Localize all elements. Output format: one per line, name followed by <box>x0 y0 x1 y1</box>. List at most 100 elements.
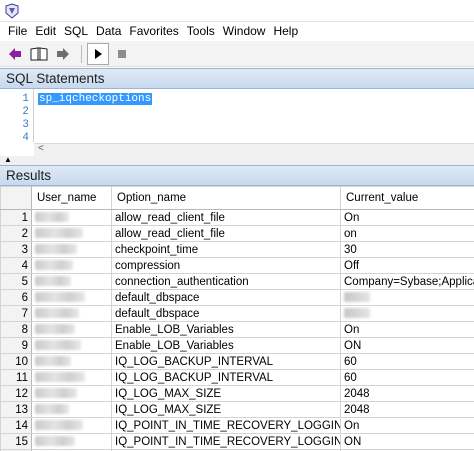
user-name-cell[interactable] <box>31 385 112 402</box>
stop-button[interactable] <box>111 43 133 65</box>
column-header-option-name[interactable]: Option_name <box>111 186 341 210</box>
horizontal-scrollbar[interactable]: < <box>34 143 474 156</box>
menu-tools[interactable]: Tools <box>183 22 219 41</box>
row-number[interactable]: 5 <box>0 273 32 290</box>
current-value-cell[interactable]: On <box>340 209 474 226</box>
current-value-cell[interactable]: 60 <box>340 353 474 370</box>
current-value-cell[interactable] <box>340 289 474 306</box>
table-row[interactable]: 1 allow_read_client_file On <box>0 209 474 226</box>
table-row[interactable]: 3 checkpoint_time 30 <box>0 241 474 258</box>
table-row[interactable]: 4 compression Off <box>0 257 474 274</box>
row-number[interactable]: 2 <box>0 225 32 242</box>
execute-button[interactable] <box>87 42 109 65</box>
menu-help[interactable]: Help <box>269 22 302 41</box>
user-name-cell[interactable] <box>31 353 112 370</box>
option-name-cell[interactable]: IQ_LOG_MAX_SIZE <box>111 401 341 418</box>
table-row[interactable]: 13 IQ_LOG_MAX_SIZE 2048 <box>0 401 474 418</box>
user-name-cell[interactable] <box>31 401 112 418</box>
table-row[interactable]: 6 default_dbspace <box>0 289 474 306</box>
panel-splitter[interactable]: ▲▼ <box>0 156 474 172</box>
row-number[interactable]: 6 <box>0 289 32 306</box>
option-name-cell[interactable]: default_dbspace <box>111 305 341 322</box>
corner-cell[interactable] <box>0 186 32 210</box>
current-value-cell[interactable]: 60 <box>340 369 474 386</box>
current-value-cell[interactable]: 2048 <box>340 401 474 418</box>
current-value-cell[interactable] <box>340 305 474 322</box>
user-name-cell[interactable] <box>31 289 112 306</box>
back-button[interactable] <box>4 43 26 65</box>
menu-edit[interactable]: Edit <box>31 22 60 41</box>
current-value-cell[interactable]: On <box>340 321 474 338</box>
menu-file[interactable]: File <box>4 22 31 41</box>
table-row[interactable]: 10 IQ_LOG_BACKUP_INTERVAL 60 <box>0 353 474 370</box>
option-name-cell[interactable]: Enable_LOB_Variables <box>111 321 341 338</box>
option-name-cell[interactable]: checkpoint_time <box>111 241 341 258</box>
toolbar <box>0 41 474 67</box>
current-value-cell[interactable]: ON <box>340 433 474 450</box>
menu-window[interactable]: Window <box>219 22 270 41</box>
open-book-button[interactable] <box>28 43 50 65</box>
user-name-cell[interactable] <box>31 241 112 258</box>
current-value-cell[interactable]: 30 <box>340 241 474 258</box>
option-name-cell[interactable]: IQ_LOG_BACKUP_INTERVAL <box>111 369 341 386</box>
menu-favorites[interactable]: Favorites <box>125 22 182 41</box>
option-name-cell[interactable]: IQ_LOG_MAX_SIZE <box>111 385 341 402</box>
code-area[interactable]: sp_iqcheckoptions <box>38 93 153 106</box>
menu-data[interactable]: Data <box>92 22 125 41</box>
option-name-cell[interactable]: default_dbspace <box>111 289 341 306</box>
row-number[interactable]: 10 <box>0 353 32 370</box>
option-name-cell[interactable]: connection_authentication <box>111 273 341 290</box>
column-header-user-name[interactable]: User_name <box>31 186 112 210</box>
row-number[interactable]: 13 <box>0 401 32 418</box>
table-row[interactable]: 14 IQ_POINT_IN_TIME_RECOVERY_LOGGING On <box>0 417 474 434</box>
current-value-cell[interactable]: On <box>340 417 474 434</box>
user-name-cell[interactable] <box>31 369 112 386</box>
option-name-cell[interactable]: allow_read_client_file <box>111 209 341 226</box>
scroll-left-arrow[interactable]: < <box>38 143 44 154</box>
current-value-cell[interactable]: ON <box>340 337 474 354</box>
current-value-cell[interactable]: 2048 <box>340 385 474 402</box>
option-name-cell[interactable]: allow_read_client_file <box>111 225 341 242</box>
option-name-cell[interactable]: IQ_POINT_IN_TIME_RECOVERY_LOGGING <box>111 433 341 450</box>
menu-sql[interactable]: SQL <box>60 22 92 41</box>
current-value-cell[interactable]: on <box>340 225 474 242</box>
option-name-cell[interactable]: Enable_LOB_Variables <box>111 337 341 354</box>
row-number[interactable]: 11 <box>0 369 32 386</box>
user-name-cell[interactable] <box>31 225 112 242</box>
table-row[interactable]: 15 IQ_POINT_IN_TIME_RECOVERY_LOGGING ON <box>0 433 474 450</box>
user-name-cell[interactable] <box>31 257 112 274</box>
user-name-cell[interactable] <box>31 305 112 322</box>
row-number[interactable]: 12 <box>0 385 32 402</box>
current-value-cell[interactable]: Company=Sybase;Application <box>340 273 474 290</box>
user-name-cell[interactable] <box>31 273 112 290</box>
table-row[interactable]: 5 connection_authentication Company=Sybase… <box>0 273 474 290</box>
table-row[interactable]: 11 IQ_LOG_BACKUP_INTERVAL 60 <box>0 369 474 386</box>
row-number[interactable]: 14 <box>0 417 32 434</box>
row-number[interactable]: 9 <box>0 337 32 354</box>
user-name-cell[interactable] <box>31 209 112 226</box>
sql-statement-text[interactable]: sp_iqcheckoptions <box>38 93 153 105</box>
current-value-cell[interactable]: Off <box>340 257 474 274</box>
table-row[interactable]: 12 IQ_LOG_MAX_SIZE 2048 <box>0 385 474 402</box>
column-header-current-value[interactable]: Current_value <box>340 186 474 210</box>
row-number[interactable]: 1 <box>0 209 32 226</box>
sql-editor[interactable]: 1 2 3 4 sp_iqcheckoptions < <box>0 89 474 156</box>
row-number[interactable]: 8 <box>0 321 32 338</box>
option-name-cell[interactable]: IQ_POINT_IN_TIME_RECOVERY_LOGGING <box>111 417 341 434</box>
row-number[interactable]: 7 <box>0 305 32 322</box>
table-row[interactable]: 9 Enable_LOB_Variables ON <box>0 337 474 354</box>
row-number[interactable]: 15 <box>0 433 32 450</box>
option-name-cell[interactable]: IQ_LOG_BACKUP_INTERVAL <box>111 353 341 370</box>
user-name-cell[interactable] <box>31 417 112 434</box>
forward-button[interactable] <box>52 43 74 65</box>
option-name-cell[interactable]: compression <box>111 257 341 274</box>
results-grid[interactable]: User_name Option_name Current_value 1 all… <box>0 186 474 451</box>
row-number[interactable]: 4 <box>0 257 32 274</box>
row-number[interactable]: 3 <box>0 241 32 258</box>
table-row[interactable]: 8 Enable_LOB_Variables On <box>0 321 474 338</box>
user-name-cell[interactable] <box>31 433 112 450</box>
table-row[interactable]: 2 allow_read_client_file on <box>0 225 474 242</box>
user-name-cell[interactable] <box>31 321 112 338</box>
user-name-cell[interactable] <box>31 337 112 354</box>
table-row[interactable]: 7 default_dbspace <box>0 305 474 322</box>
